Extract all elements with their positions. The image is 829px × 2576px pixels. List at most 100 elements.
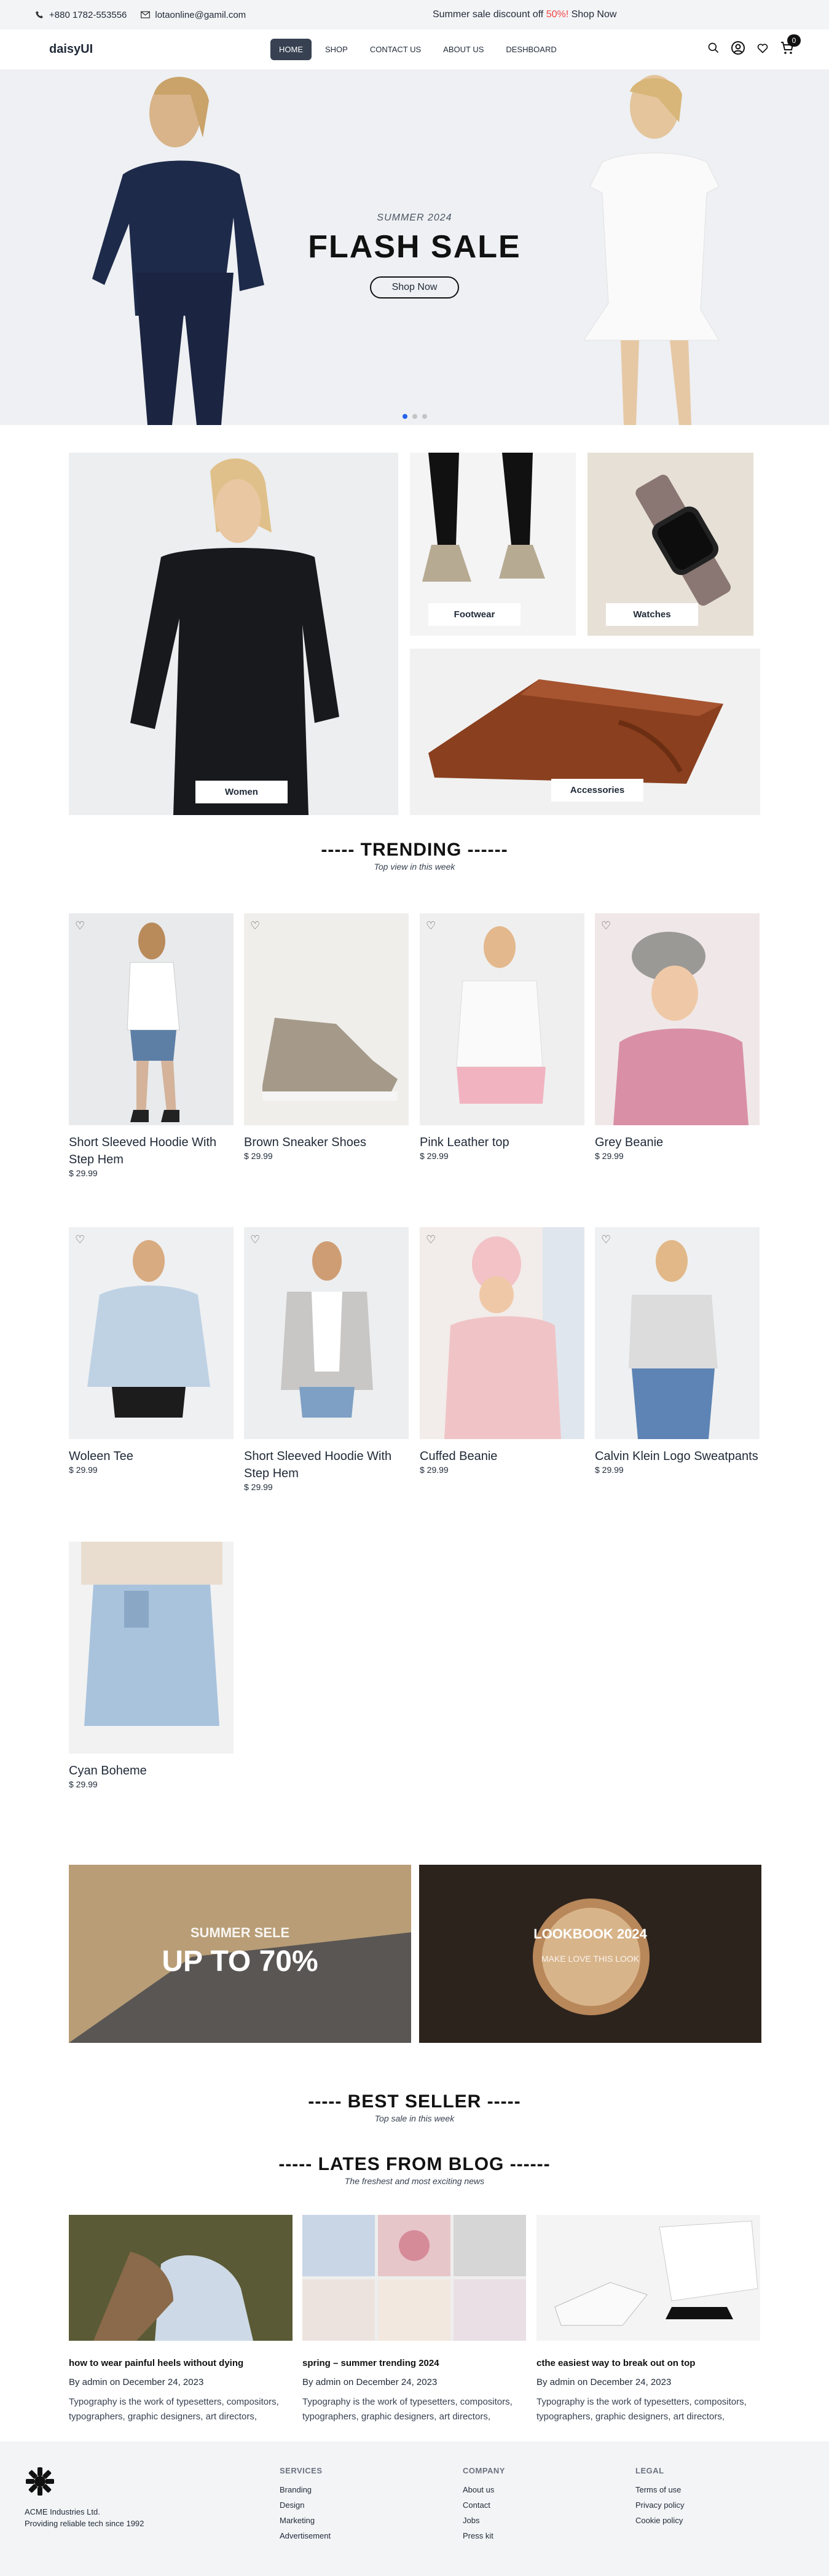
product-card[interactable]: ♡ Brown Sneaker Shoes $ 29.99	[244, 913, 409, 1161]
product-card[interactable]: Cyan Boheme $ 29.99	[69, 1542, 234, 1789]
search-icon[interactable]	[707, 42, 720, 57]
product-price: $ 29.99	[595, 1151, 624, 1161]
carousel-dot[interactable]	[422, 414, 427, 419]
product-image[interactable]: ♡	[420, 913, 584, 1125]
wishlist-heart-icon[interactable]: ♡	[601, 919, 611, 932]
footer-link[interactable]: Jobs	[463, 2516, 505, 2525]
promo-banner: Summer sale discount off 50%! Shop Now	[433, 9, 616, 20]
blog-post-title[interactable]: spring – summer trending 2024	[302, 2358, 526, 2368]
nav-contact-us[interactable]: CONTACT US	[361, 39, 430, 60]
category-watches[interactable]: Watches	[587, 453, 753, 636]
category-label: Accessories	[551, 779, 643, 802]
footer-link[interactable]: Marketing	[280, 2516, 331, 2525]
product-name[interactable]: Grey Beanie	[595, 1134, 760, 1151]
product-price: $ 29.99	[595, 1465, 624, 1475]
summer-sale-banner[interactable]: SUMMER SELE UP TO 70%	[69, 1865, 411, 2043]
product-name[interactable]: Cyan Boheme	[69, 1762, 234, 1779]
blog-post-meta: By admin on December 24, 2023	[69, 2377, 204, 2387]
blog-heading: ----- LATES FROM BLOG ------ The freshes…	[0, 2154, 829, 2186]
footer-link[interactable]: Advertisement	[280, 2531, 331, 2540]
wishlist-heart-icon[interactable]: ♡	[426, 919, 436, 932]
contact-info: +880 1782-553556 lotaonline@gamil.com	[34, 10, 246, 20]
wishlist-heart-icon[interactable]: ♡	[75, 1233, 85, 1246]
product-image[interactable]: ♡	[69, 1227, 234, 1439]
footer-link[interactable]: Branding	[280, 2485, 331, 2494]
product-name[interactable]: Calvin Klein Logo Sweatpants	[595, 1448, 760, 1465]
product-name[interactable]: Woleen Tee	[69, 1448, 234, 1465]
product-image[interactable]: ♡	[69, 913, 234, 1125]
product-name[interactable]: Short Sleeved Hoodie With Step Hem	[244, 1448, 409, 1482]
product-image[interactable]: ♡	[595, 1227, 760, 1439]
product-name[interactable]: Pink Leather top	[420, 1134, 584, 1151]
product-card[interactable]: ♡ Short Sleeved Hoodie With Step Hem $ 2…	[69, 913, 234, 1178]
wishlist-heart-icon[interactable]: ♡	[75, 919, 85, 932]
cart-button[interactable]: 0	[780, 34, 801, 58]
footer-link[interactable]: Cookie policy	[635, 2516, 684, 2525]
product-card[interactable]: ♡ Pink Leather top $ 29.99	[420, 913, 584, 1161]
product-image[interactable]: ♡	[595, 913, 760, 1125]
nav-icons: 0	[707, 34, 801, 58]
product-image[interactable]	[69, 1542, 234, 1754]
wishlist-heart-icon[interactable]: ♡	[426, 1233, 436, 1246]
blog-post-excerpt: Typography is the work of typesetters, c…	[302, 2397, 513, 2422]
product-price: $ 29.99	[244, 1482, 273, 1492]
wishlist-heart-icon[interactable]: ♡	[250, 919, 260, 932]
product-image[interactable]: ♡	[244, 1227, 409, 1439]
product-name[interactable]: Short Sleeved Hoodie With Step Hem	[69, 1134, 234, 1168]
wishlist-heart-icon[interactable]: ♡	[250, 1233, 260, 1246]
product-card[interactable]: ♡ Short Sleeved Hoodie With Step Hem $ 2…	[244, 1227, 409, 1492]
product-name[interactable]: Brown Sneaker Shoes	[244, 1134, 409, 1151]
promo-text: Summer sale discount off	[433, 9, 546, 20]
category-footwear[interactable]: Footwear	[410, 453, 576, 636]
email-address[interactable]: lotaonline@gamil.com	[155, 10, 246, 20]
promo-shop-now-link[interactable]: Shop Now	[568, 9, 617, 20]
product-name[interactable]: Cuffed Beanie	[420, 1448, 584, 1465]
nav-home[interactable]: HOME	[270, 39, 312, 60]
blog-post-card[interactable]: cthe easiest way to break out on top By …	[536, 2215, 760, 2424]
blog-title: ----- LATES FROM BLOG ------	[278, 2154, 551, 2174]
product-image[interactable]: ♡	[420, 1227, 584, 1439]
blog-post-title[interactable]: cthe easiest way to break out on top	[536, 2358, 760, 2368]
hero-content: SUMMER 2024 FLASH SALE Shop Now	[0, 213, 829, 299]
category-label: Women	[195, 781, 288, 803]
blog-post-image[interactable]	[536, 2215, 760, 2341]
footer-link[interactable]: Design	[280, 2500, 331, 2510]
lookbook-banner[interactable]: LOOKBOOK 2024 MAKE LOVE THIS LOOK	[419, 1865, 761, 2043]
nav-about-us[interactable]: ABOUT US	[434, 39, 492, 60]
footer-link[interactable]: Contact	[463, 2500, 505, 2510]
mail-icon	[140, 10, 150, 20]
product-card[interactable]: ♡ Cuffed Beanie $ 29.99	[420, 1227, 584, 1475]
footer-link[interactable]: Terms of use	[635, 2485, 684, 2494]
nav-shop[interactable]: SHOP	[316, 39, 356, 60]
blog-post-title[interactable]: how to wear painful heels without dying	[69, 2358, 293, 2368]
blog-post-card[interactable]: spring – summer trending 2024 By admin o…	[302, 2215, 526, 2424]
product-card[interactable]: ♡ Calvin Klein Logo Sweatpants $ 29.99	[595, 1227, 760, 1475]
blog-post-image[interactable]	[302, 2215, 526, 2341]
footer-company: COMPANY About us Contact Jobs Press kit	[463, 2466, 505, 2547]
product-card[interactable]: ♡ Grey Beanie $ 29.99	[595, 913, 760, 1161]
blog-subtitle: The freshest and most exciting news	[344, 2176, 485, 2186]
footer-link[interactable]: Press kit	[463, 2531, 505, 2540]
category-women[interactable]: Women	[69, 453, 398, 815]
wishlist-heart-icon[interactable]: ♡	[601, 1233, 611, 1246]
blog-post-card[interactable]: how to wear painful heels without dying …	[69, 2215, 293, 2424]
blog-post-excerpt: Typography is the work of typesetters, c…	[69, 2397, 279, 2422]
hero-shop-now-button[interactable]: Shop Now	[369, 276, 460, 299]
footer-heading: SERVICES	[280, 2466, 323, 2475]
heart-icon[interactable]	[756, 42, 769, 57]
user-icon[interactable]	[731, 41, 745, 58]
site-logo[interactable]: daisyUI	[49, 42, 93, 57]
carousel-dot[interactable]	[412, 414, 417, 419]
carousel-dots	[403, 414, 427, 419]
carousel-dot[interactable]	[403, 414, 407, 419]
footer-link[interactable]: About us	[463, 2485, 505, 2494]
phone-number[interactable]: +880 1782-553556	[49, 10, 127, 20]
blog-post-image[interactable]	[69, 2215, 293, 2341]
nav-dashboard[interactable]: DESHBOARD	[497, 39, 565, 60]
product-image[interactable]: ♡	[244, 913, 409, 1125]
footer-link[interactable]: Privacy policy	[635, 2500, 684, 2510]
cart-count-badge: 0	[787, 34, 801, 47]
product-card[interactable]: ♡ Woleen Tee $ 29.99	[69, 1227, 234, 1475]
product-price: $ 29.99	[69, 1168, 98, 1178]
category-accessories[interactable]: Accessories	[410, 649, 760, 815]
